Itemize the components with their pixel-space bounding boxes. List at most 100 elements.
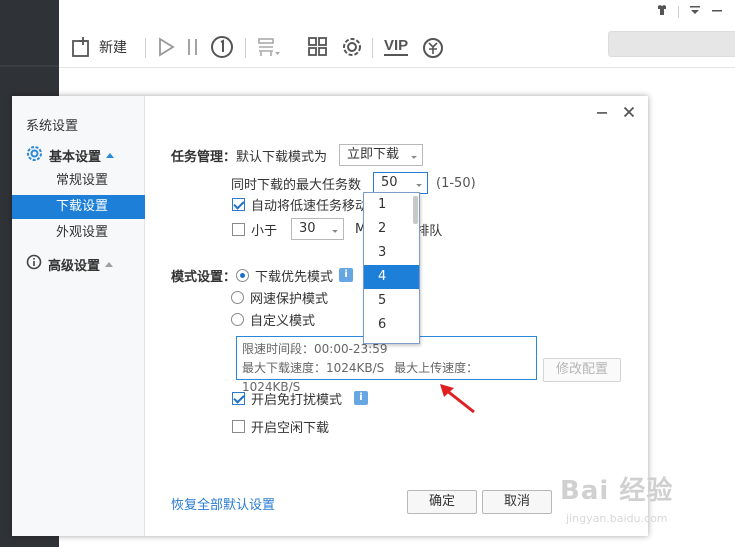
divider-icon — [678, 5, 679, 18]
queue-button[interactable] — [256, 34, 282, 60]
settings-button[interactable] — [340, 34, 364, 60]
max-tasks-range: (1-50) — [436, 175, 476, 191]
mode-section-label: 模式设置： — [171, 269, 237, 285]
max-tasks-value: 50 — [381, 175, 398, 190]
dialog-title: 系统设置 — [26, 119, 79, 134]
minimize-icon[interactable] — [711, 4, 723, 19]
pause-icon — [186, 36, 200, 58]
less-than-value: 30 — [299, 221, 316, 236]
dropdown-caret-icon — [332, 227, 338, 233]
max-tasks-label: 同时下载的最大任务数 — [231, 177, 362, 193]
gear-icon — [26, 145, 43, 166]
default-mode-select[interactable]: 立即下载 — [339, 144, 424, 166]
dropdown-option[interactable]: 3 — [364, 241, 419, 265]
mode-label-priority: 下载优先模式 — [255, 269, 334, 285]
mode-label-custom: 自定义模式 — [250, 313, 316, 329]
queue-label: 排队 — [416, 223, 443, 239]
toolbar-separator — [372, 38, 373, 58]
max-tasks-dropdown-list: 1 2 3 4 5 6 — [363, 192, 420, 344]
dnd-row: 开启免打扰模式 i — [232, 389, 369, 408]
nav-group-basic[interactable]: 基本设置 — [26, 145, 115, 166]
mode-label-protect: 网速保护模式 — [250, 291, 329, 307]
dnd-checkbox[interactable] — [232, 391, 245, 405]
info-bubble-icon[interactable]: i — [339, 268, 354, 282]
toolbar-separator — [245, 38, 246, 58]
menu-icon[interactable] — [689, 4, 701, 19]
expand-triangle-icon — [105, 261, 114, 267]
clock-icon — [209, 34, 235, 60]
toolbar-separator — [145, 38, 146, 58]
nav-group-advanced-label: 高级设置 — [48, 258, 101, 274]
max-tasks-select[interactable]: 50 — [373, 172, 429, 194]
close-icon[interactable] — [623, 106, 635, 122]
skin-icon[interactable] — [656, 4, 668, 19]
expand-triangle-icon — [106, 152, 115, 158]
mode-row-protect: 网速保护模式 — [231, 288, 329, 307]
minimize-icon[interactable] — [596, 105, 608, 121]
dropdown-option[interactable]: 2 — [364, 217, 419, 241]
dropdown-option-highlighted[interactable]: 4 — [364, 265, 419, 289]
auto-move-label: 自动将低速任务移动至 — [251, 198, 382, 214]
apps-button[interactable] — [307, 34, 329, 60]
start-button[interactable] — [155, 34, 177, 60]
settings-dialog: 系统设置 基本设置 常规设置 下载设置 外观设置 高级设置 任务管理： 默认下载… — [12, 96, 648, 536]
new-task-button[interactable]: 新建 — [71, 34, 127, 60]
default-mode-label: 默认下载模式为 — [236, 149, 328, 165]
idle-checkbox[interactable] — [232, 419, 245, 433]
dropdown-caret-icon — [411, 153, 417, 159]
annotation-arrow-icon — [440, 384, 475, 414]
grid-icon — [307, 36, 329, 58]
pause-button[interactable] — [186, 34, 200, 60]
idle-label: 开启空闲下载 — [251, 420, 330, 436]
mode-row-custom: 自定义模式 — [231, 310, 316, 329]
settings-sidebar: 系统设置 基本设置 常规设置 下载设置 外观设置 高级设置 — [12, 96, 145, 536]
idle-row: 开启空闲下载 — [232, 417, 330, 436]
mode-radio-protect[interactable] — [231, 290, 244, 304]
cancel-button[interactable]: 取消 — [482, 490, 552, 514]
auto-move-row: 自动将低速任务移动至 — [232, 195, 382, 214]
max-tasks-row: 同时下载的最大任务数 50 (1-50) — [231, 172, 476, 194]
sidebar-item-appearance[interactable]: 外观设置 — [12, 221, 145, 245]
default-mode-row: 任务管理： 默认下载模式为 立即下载 — [171, 144, 424, 166]
dropdown-option[interactable]: 5 — [364, 289, 419, 313]
info-bubble-icon[interactable]: i — [354, 391, 369, 405]
play-icon — [155, 36, 177, 58]
default-mode-value: 立即下载 — [347, 147, 400, 162]
dnd-label: 开启免打扰模式 — [251, 392, 343, 408]
less-than-label: 小于 — [251, 223, 278, 239]
task-section-label: 任务管理： — [171, 149, 237, 165]
modify-config-button[interactable]: 修改配置 — [543, 358, 621, 382]
watermark-logo: Bai 经验 — [560, 476, 674, 506]
info-circle-icon — [26, 254, 42, 274]
nav-group-advanced[interactable]: 高级设置 — [26, 254, 114, 274]
watermark-url: jingyan.baidu.com — [566, 512, 668, 525]
dropdown-option[interactable]: 1 — [364, 193, 419, 217]
ok-button[interactable]: 确定 — [407, 490, 477, 514]
mode-radio-priority[interactable] — [236, 268, 250, 282]
vip-button[interactable]: VIP — [384, 34, 409, 60]
mode-row-priority: 模式设置： 下载优先模式 i — [171, 266, 354, 285]
app-left-divider — [0, 65, 59, 67]
restore-defaults-link[interactable]: 恢复全部默认设置 — [171, 494, 275, 513]
vip-icon: VIP — [384, 37, 409, 56]
nav-group-basic-label: 基本设置 — [49, 149, 102, 165]
timer-button[interactable] — [209, 34, 235, 60]
max-download-speed: 最大下载速度：1024KB/S — [242, 361, 385, 375]
money-bag-icon — [421, 35, 445, 59]
dropdown-option[interactable]: 6 — [364, 313, 419, 337]
less-than-checkbox[interactable] — [232, 222, 245, 236]
auto-move-checkbox[interactable] — [232, 197, 245, 211]
list-icon — [256, 36, 282, 58]
mode-radio-custom[interactable] — [231, 312, 244, 326]
new-task-label: 新建 — [99, 40, 127, 56]
new-icon — [71, 36, 93, 58]
gear-icon — [340, 35, 364, 59]
dropdown-scrollbar[interactable] — [413, 196, 418, 224]
sidebar-item-general[interactable]: 常规设置 — [12, 169, 145, 193]
sidebar-item-download[interactable]: 下载设置 — [12, 195, 145, 219]
less-than-select[interactable]: 30 — [291, 218, 345, 240]
wallet-button[interactable] — [421, 34, 445, 60]
search-box[interactable] — [608, 31, 735, 57]
window-controls — [656, 4, 723, 19]
app-toolbar: 新建 VIP — [59, 0, 735, 68]
